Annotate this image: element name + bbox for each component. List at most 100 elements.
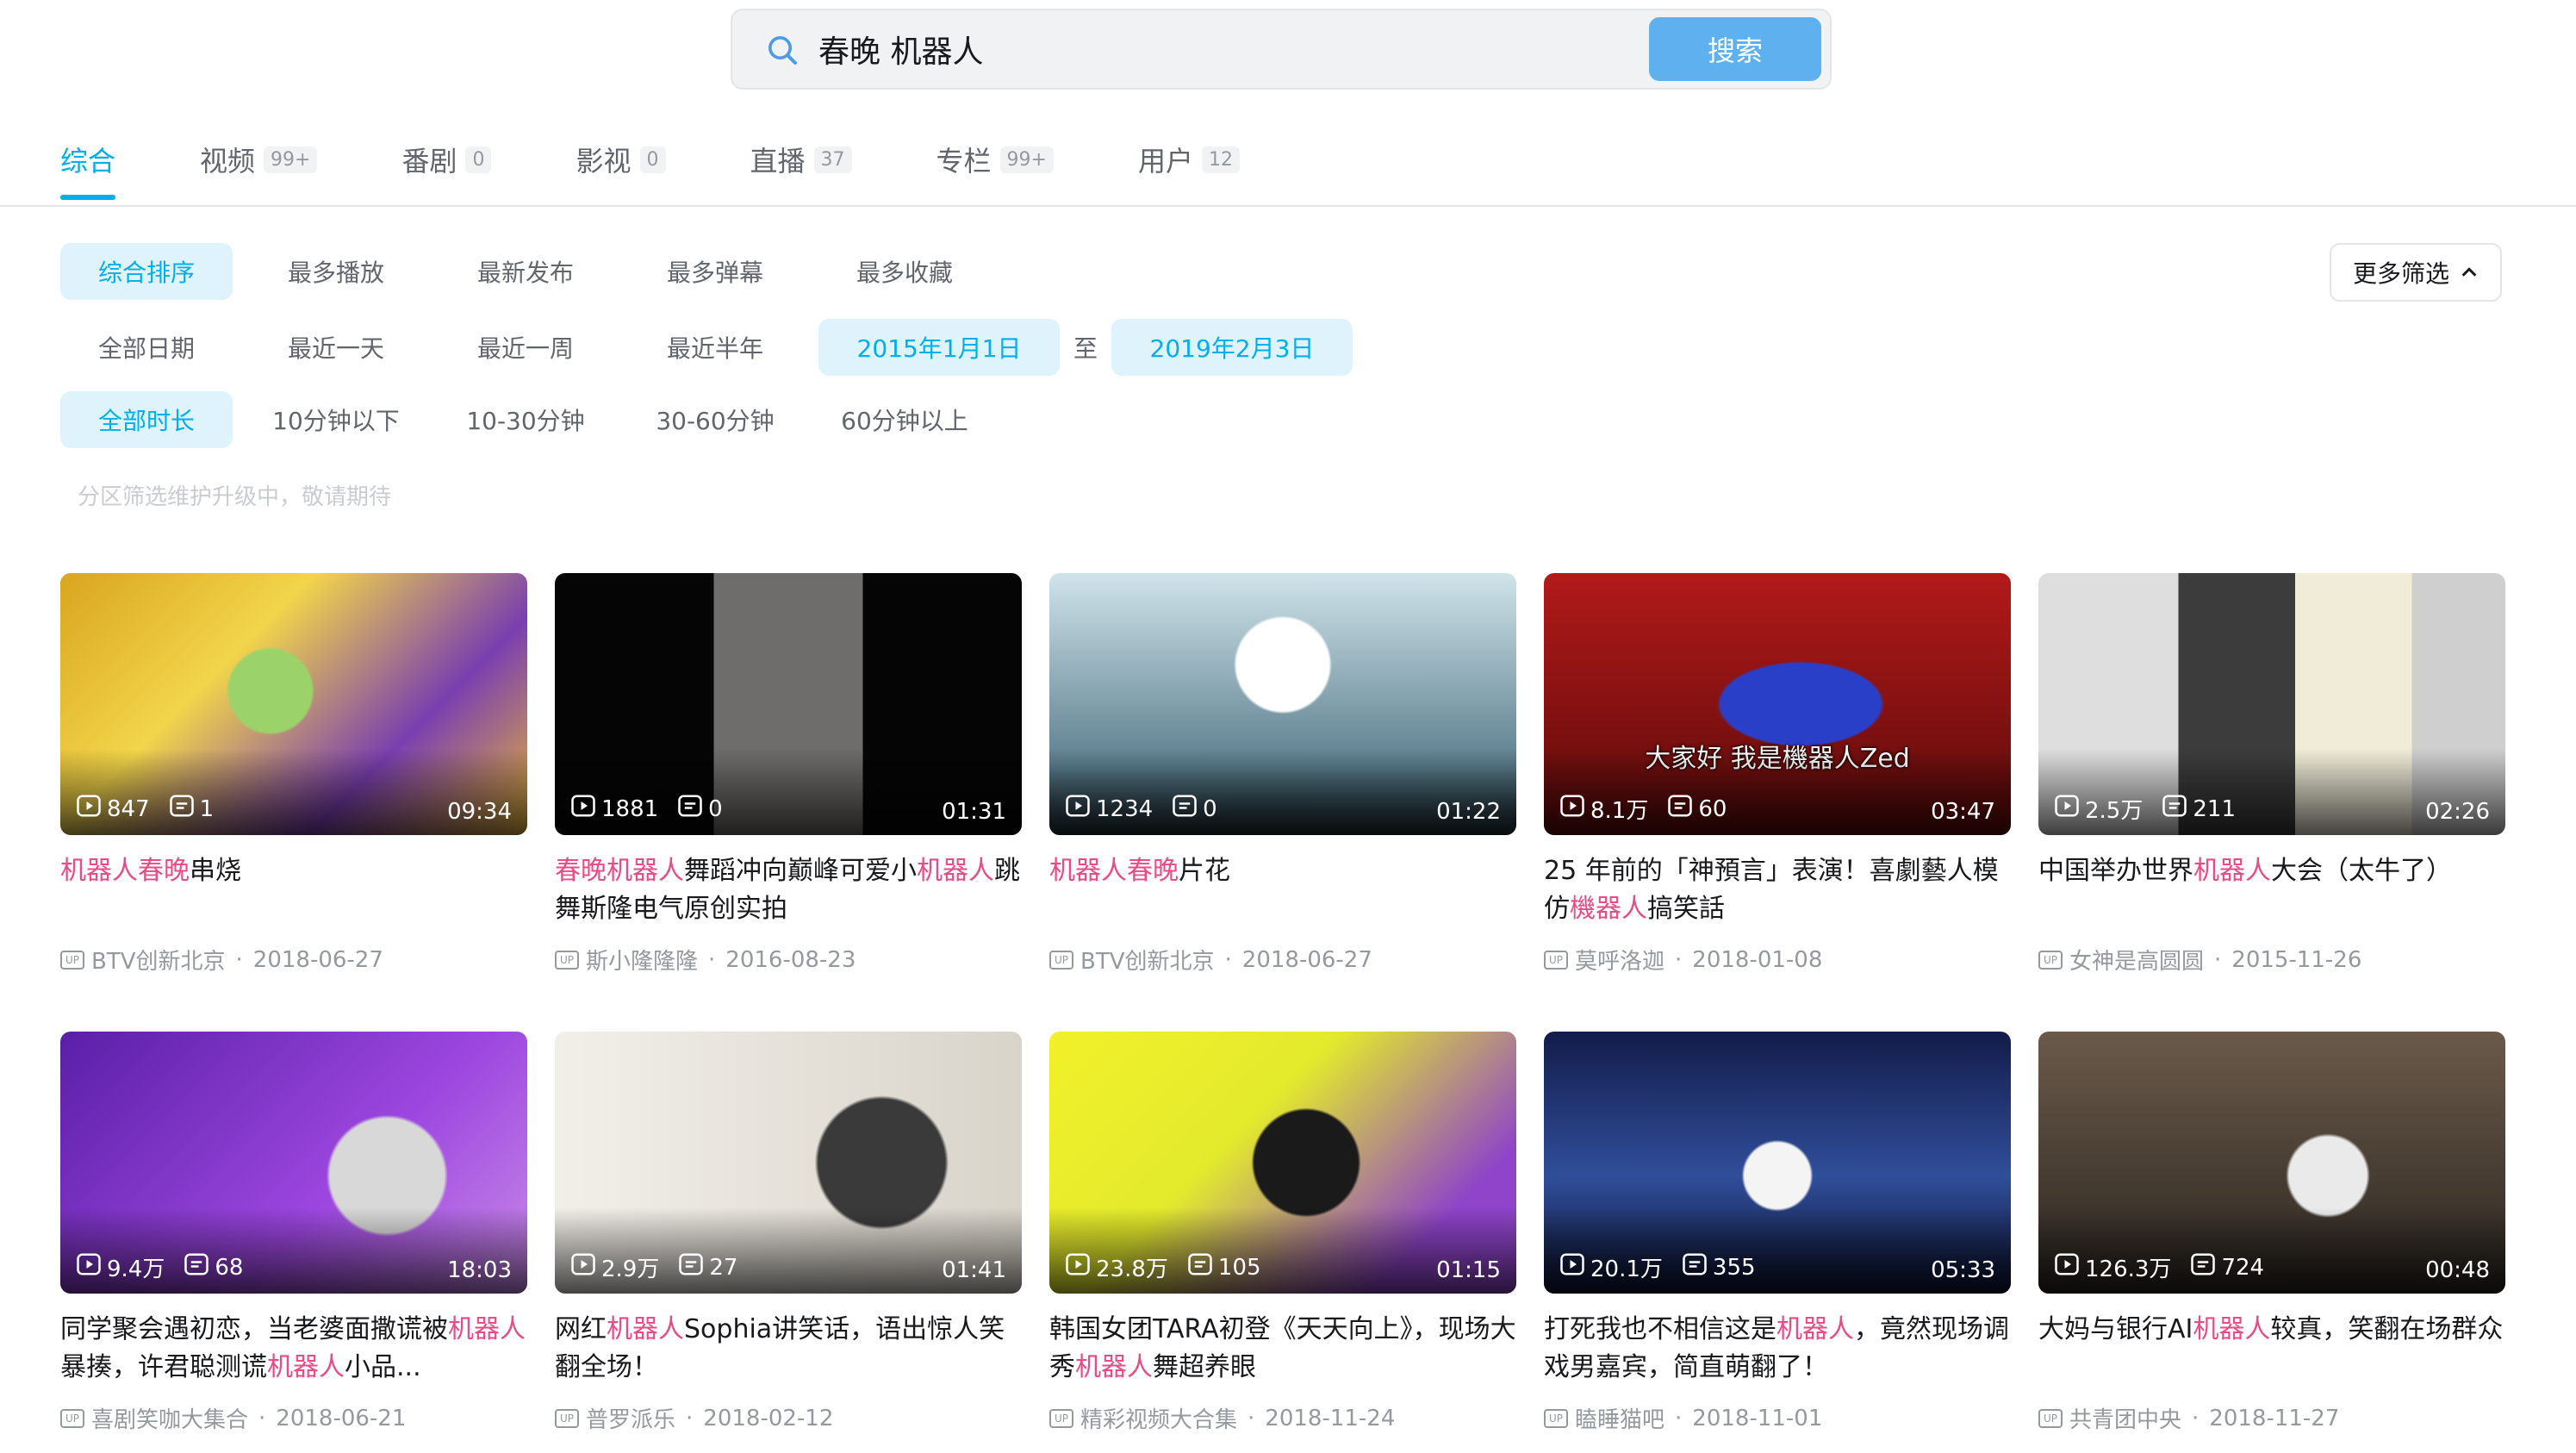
meta-separator: · <box>686 1405 694 1431</box>
tab-user[interactable]: 用户 12 <box>1138 138 1240 181</box>
uploader-name[interactable]: 莫呼洛迦 <box>1575 944 1664 976</box>
sort-option-most-danmaku[interactable]: 最多弹幕 <box>629 243 801 300</box>
video-thumbnail[interactable]: 20.1万 355 05:33 <box>1544 1032 2011 1294</box>
title-keyword-highlight: 机器人 <box>1049 856 1127 886</box>
view-count-value: 20.1万 <box>1590 1257 1663 1282</box>
video-thumbnail[interactable]: 大家好 我是機器人Zed 8.1万 60 03:47 <box>1544 573 2011 835</box>
video-title[interactable]: 25 年前的「神預言」表演！喜劇藝人模仿機器人搞笑話 <box>1544 852 2011 928</box>
video-stats: 9.4万 68 <box>76 1251 262 1283</box>
search-button[interactable]: 搜索 <box>1649 17 1821 81</box>
video-title[interactable]: 机器人春晚串烧 <box>60 852 527 928</box>
danmaku-icon <box>2190 1251 2221 1283</box>
video-thumbnail[interactable]: 2.5万 211 02:26 <box>2038 573 2505 835</box>
video-thumbnail[interactable]: 2.9万 27 01:41 <box>555 1032 1022 1294</box>
date-option-all[interactable]: 全部日期 <box>60 319 233 376</box>
video-card[interactable]: 126.3万 724 00:48 大妈与银行AI机器人较真，笑翻在场群众 UP … <box>2038 1032 2505 1453</box>
duration-option-over-60[interactable]: 60分钟以上 <box>818 391 991 448</box>
tab-video[interactable]: 视频 99+ <box>200 138 318 181</box>
duration-option-30-60[interactable]: 30-60分钟 <box>629 391 801 448</box>
video-title[interactable]: 同学聚会遇初恋，当老婆面撒谎被机器人暴揍，许君聪测谎机器人小品... <box>60 1311 527 1387</box>
uploader-name[interactable]: 女神是高圆圆 <box>2069 944 2204 976</box>
duration-option-under-10[interactable]: 10分钟以下 <box>250 391 422 448</box>
video-thumbnail[interactable]: 9.4万 68 18:03 <box>60 1032 527 1294</box>
tab-article[interactable]: 专栏 99+ <box>936 138 1054 181</box>
video-duration: 01:41 <box>942 1257 1006 1283</box>
video-title[interactable]: 韩国女团TARA初登《天天向上》，现场大秀机器人舞超养眼 <box>1049 1311 1516 1387</box>
tab-live[interactable]: 直播 37 <box>750 138 852 181</box>
uploader-name[interactable]: BTV创新北京 <box>91 944 226 976</box>
video-meta: UP 莫呼洛迦 · 2018-01-08 <box>1544 944 2011 976</box>
title-keyword-highlight: 机器人 <box>2193 856 2271 886</box>
video-card[interactable]: 847 1 09:34 机器人春晚串烧 UP BTV创新北京 · 2018-06… <box>60 573 527 1032</box>
tab-count-badge: 0 <box>465 146 492 173</box>
video-card[interactable]: 1881 0 01:31 春晚机器人舞蹈冲向巅峰可爱小机器人跳舞斯隆电气原创实拍… <box>555 573 1022 1032</box>
uploader-name[interactable]: 共青团中央 <box>2069 1402 2181 1434</box>
video-meta: UP 喜剧笑咖大集合 · 2018-06-21 <box>60 1402 527 1434</box>
search-input[interactable] <box>818 22 1508 76</box>
video-card[interactable]: 2.9万 27 01:41 网红机器人Sophia讲笑话，语出惊人笑翻全场！ U… <box>555 1032 1022 1453</box>
more-filters-button[interactable]: 更多筛选 <box>2330 243 2502 302</box>
view-count-value: 9.4万 <box>107 1257 165 1282</box>
video-duration: 01:31 <box>942 799 1006 825</box>
danmaku-count: 724 <box>2190 1251 2264 1283</box>
video-thumbnail[interactable]: 847 1 09:34 <box>60 573 527 835</box>
video-card[interactable]: 2.5万 211 02:26 中国举办世界机器人大会（太牛了） UP 女神是高圆… <box>2038 573 2505 1032</box>
date-option-last-day[interactable]: 最近一天 <box>250 319 422 376</box>
video-meta: UP BTV创新北京 · 2018-06-27 <box>60 944 527 976</box>
video-thumbnail[interactable]: 1881 0 01:31 <box>555 573 1022 835</box>
publish-date: 2016-08-23 <box>725 946 856 973</box>
video-stats: 1234 0 <box>1065 793 1236 825</box>
uploader-name[interactable]: 斯小隆隆隆 <box>586 944 698 976</box>
tab-film[interactable]: 影视 0 <box>576 138 666 181</box>
sort-option-comprehensive[interactable]: 综合排序 <box>60 243 233 300</box>
video-card[interactable]: 9.4万 68 18:03 同学聚会遇初恋，当老婆面撒谎被机器人暴揍，许君聪测谎… <box>60 1032 527 1453</box>
title-keyword-highlight: 春晚 <box>1127 856 1179 886</box>
video-title[interactable]: 大妈与银行AI机器人较真，笑翻在场群众 <box>2038 1311 2505 1387</box>
video-card[interactable]: 大家好 我是機器人Zed 8.1万 60 03:47 25 年前的「神預言」表演… <box>1544 573 2011 1032</box>
sort-option-most-favorited[interactable]: 最多收藏 <box>818 243 991 300</box>
video-card[interactable]: 23.8万 105 01:15 韩国女团TARA初登《天天向上》，现场大秀机器人… <box>1049 1032 1516 1453</box>
uploader-name[interactable]: 喜剧笑咖大集合 <box>91 1402 248 1434</box>
video-meta: UP 女神是高圆圆 · 2015-11-26 <box>2038 944 2505 976</box>
video-meta: UP 共青团中央 · 2018-11-27 <box>2038 1402 2505 1434</box>
duration-option-10-30[interactable]: 10-30分钟 <box>439 391 612 448</box>
video-stats: 126.3万 724 <box>2054 1251 2283 1283</box>
video-title[interactable]: 中国举办世界机器人大会（太牛了） <box>2038 852 2505 928</box>
danmaku-count: 60 <box>1667 793 1727 825</box>
video-duration: 05:33 <box>1931 1257 1995 1283</box>
danmaku-icon <box>1187 1251 1218 1283</box>
uploader-icon: UP <box>555 1408 579 1428</box>
video-thumbnail[interactable]: 23.8万 105 01:15 <box>1049 1032 1516 1294</box>
title-keyword-highlight: 机器人 <box>607 856 684 886</box>
video-card[interactable]: 20.1万 355 05:33 打死我也不相信这是机器人，竟然现场调戏男嘉宾，简… <box>1544 1032 2011 1453</box>
tab-label: 影视 <box>576 145 632 178</box>
uploader-name[interactable]: 瞌睡猫吧 <box>1575 1402 1664 1434</box>
date-option-last-week[interactable]: 最近一周 <box>439 319 612 376</box>
sort-option-newest[interactable]: 最新发布 <box>439 243 612 300</box>
publish-date: 2018-02-12 <box>703 1405 834 1431</box>
tab-all[interactable]: 综合 <box>60 138 116 200</box>
view-count: 23.8万 <box>1065 1251 1168 1283</box>
title-text: 暴揍，许君聪测谎 <box>60 1352 267 1382</box>
video-title[interactable]: 春晚机器人舞蹈冲向巅峰可爱小机器人跳舞斯隆电气原创实拍 <box>555 852 1022 928</box>
more-filters-label: 更多筛选 <box>2352 259 2449 288</box>
uploader-name[interactable]: BTV创新北京 <box>1080 944 1215 976</box>
video-title[interactable]: 网红机器人Sophia讲笑话，语出惊人笑翻全场！ <box>555 1311 1022 1387</box>
video-title[interactable]: 机器人春晚片花 <box>1049 852 1516 928</box>
result-type-tabs: 综合 视频 99+ 番剧 0 影视 0 直播 37 专栏 99+ 用户 12 <box>60 138 1324 207</box>
date-option-half-year[interactable]: 最近半年 <box>629 319 801 376</box>
view-count: 8.1万 <box>1559 793 1648 825</box>
uploader-name[interactable]: 普罗派乐 <box>586 1402 675 1434</box>
video-title[interactable]: 打死我也不相信这是机器人，竟然现场调戏男嘉宾，简直萌翻了！ <box>1544 1311 2011 1387</box>
meta-separator: · <box>2214 946 2222 973</box>
video-thumbnail[interactable]: 126.3万 724 00:48 <box>2038 1032 2505 1294</box>
date-to-picker[interactable]: 2019年2月3日 <box>1111 319 1353 376</box>
title-text: 小品... <box>345 1352 421 1382</box>
video-card[interactable]: 1234 0 01:22 机器人春晚片花 UP BTV创新北京 · 2018-0… <box>1049 573 1516 1032</box>
video-thumbnail[interactable]: 1234 0 01:22 <box>1049 573 1516 835</box>
uploader-name[interactable]: 精彩视频大合集 <box>1080 1402 1237 1434</box>
tab-bangumi[interactable]: 番剧 0 <box>401 138 492 181</box>
sort-option-most-played[interactable]: 最多播放 <box>250 243 422 300</box>
date-from-picker[interactable]: 2015年1月1日 <box>818 319 1060 376</box>
duration-option-all[interactable]: 全部时长 <box>60 391 233 448</box>
